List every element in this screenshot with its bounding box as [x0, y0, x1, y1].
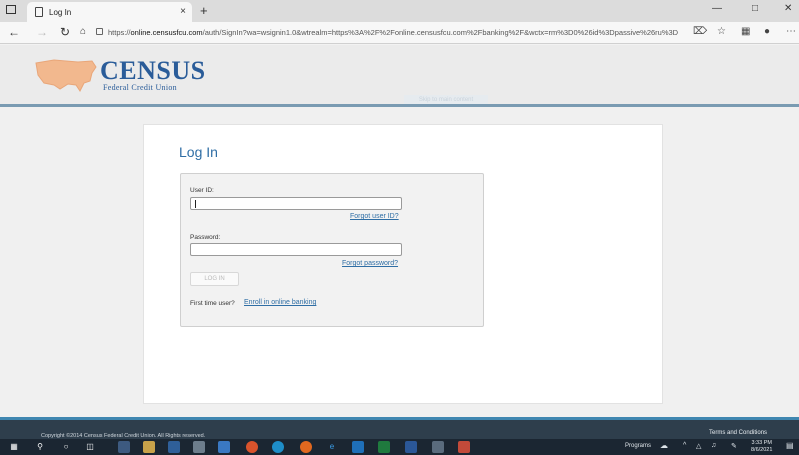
- minimize-icon[interactable]: —: [712, 3, 722, 14]
- user-id-input[interactable]: [190, 197, 402, 210]
- refresh-icon[interactable]: ↻: [60, 25, 70, 39]
- new-tab-button[interactable]: +: [200, 3, 208, 18]
- password-input[interactable]: [190, 243, 402, 256]
- url-field[interactable]: https://online.censusfcu.com/auth/SignIn…: [108, 28, 678, 37]
- favorites-icon[interactable]: ☆: [717, 26, 726, 37]
- app-icon[interactable]: [118, 441, 130, 453]
- show-hidden-icons-icon[interactable]: ^: [683, 442, 686, 449]
- close-icon[interactable]: ✕: [784, 3, 792, 14]
- us-map-logo-icon[interactable]: [34, 57, 98, 93]
- browser-tab[interactable]: Log In ×: [27, 2, 192, 22]
- windows-start-icon[interactable]: ▦: [8, 441, 20, 453]
- search-icon[interactable]: ⚲: [34, 441, 46, 453]
- cortana-icon[interactable]: ○: [60, 441, 72, 453]
- page-title: Log In: [179, 144, 218, 160]
- forward-icon[interactable]: →: [36, 25, 48, 39]
- outlook-icon[interactable]: [352, 441, 364, 453]
- firefox-icon[interactable]: [300, 441, 312, 453]
- home-icon[interactable]: ⌂: [80, 26, 86, 37]
- tab-close-icon[interactable]: ×: [180, 6, 186, 17]
- clock-time: 3:33 PM: [751, 440, 772, 446]
- terms-link[interactable]: Terms and Conditions: [709, 430, 767, 436]
- site-footer: Copyright ©2014 Census Federal Credit Un…: [0, 417, 799, 439]
- app-icon[interactable]: [168, 441, 180, 453]
- read-aloud-icon[interactable]: ⌦: [693, 26, 707, 37]
- tab-title: Log In: [49, 8, 72, 17]
- forgot-password-link[interactable]: Forgot password?: [342, 260, 398, 267]
- app-icon[interactable]: [218, 441, 230, 453]
- notifications-icon[interactable]: ▤: [786, 441, 794, 450]
- more-icon[interactable]: ⋯: [786, 26, 796, 37]
- back-icon[interactable]: ←: [8, 25, 20, 39]
- profile-icon[interactable]: ●: [764, 26, 770, 37]
- url-prefix: https://: [108, 28, 131, 37]
- volume-icon[interactable]: ♫: [711, 442, 716, 449]
- system-clock[interactable]: 3:33 PM 8/6/2021: [751, 440, 772, 454]
- programs-label[interactable]: Programs: [625, 443, 651, 449]
- snipping-tool-icon[interactable]: [458, 441, 470, 453]
- chrome-icon[interactable]: [246, 441, 258, 453]
- page-icon: [35, 7, 43, 17]
- login-button[interactable]: LOG IN: [190, 272, 239, 286]
- edge-icon[interactable]: [272, 441, 284, 453]
- internet-explorer-icon[interactable]: e: [326, 441, 338, 453]
- collections-icon[interactable]: ▦: [741, 26, 750, 37]
- app-icon[interactable]: [193, 441, 205, 453]
- app-icon[interactable]: [432, 441, 444, 453]
- url-path: /auth/SignIn?wa=wsignin1.0&wtrealm=https…: [202, 28, 678, 37]
- file-explorer-icon[interactable]: [143, 441, 155, 453]
- maximize-icon[interactable]: □: [752, 3, 758, 14]
- user-id-label: User ID:: [190, 187, 214, 194]
- password-label: Password:: [190, 234, 221, 241]
- lock-icon[interactable]: [96, 28, 103, 35]
- network-icon[interactable]: △: [696, 442, 701, 450]
- word-icon[interactable]: [405, 441, 417, 453]
- task-view-icon[interactable]: ◫: [84, 441, 96, 453]
- logo-name[interactable]: CENSUS: [100, 56, 206, 86]
- pen-icon[interactable]: ✎: [731, 442, 737, 450]
- enroll-link[interactable]: Enroll in online banking: [244, 299, 316, 306]
- onedrive-icon[interactable]: ☁: [660, 441, 668, 450]
- text-caret: [195, 200, 196, 208]
- tab-actions-icon[interactable]: [6, 5, 16, 14]
- os-taskbar: ▦ ⚲ ○ ◫ e Programs ☁ ^ △ ♫ ✎ 3:33 PM 8/6…: [0, 439, 799, 455]
- first-time-user-text: First time user?: [190, 300, 235, 307]
- address-toolbar: ← → ↻ ⌂ https://online.censusfcu.com/aut…: [0, 22, 799, 44]
- logo-subtitle: Federal Credit Union: [103, 83, 177, 92]
- browser-tab-bar: Log In × + — □ ✕: [0, 0, 799, 22]
- clock-date: 8/6/2021: [751, 447, 773, 453]
- forgot-user-id-link[interactable]: Forgot user ID?: [350, 213, 399, 220]
- excel-icon[interactable]: [378, 441, 390, 453]
- url-host: online.censusfcu.com: [130, 28, 203, 37]
